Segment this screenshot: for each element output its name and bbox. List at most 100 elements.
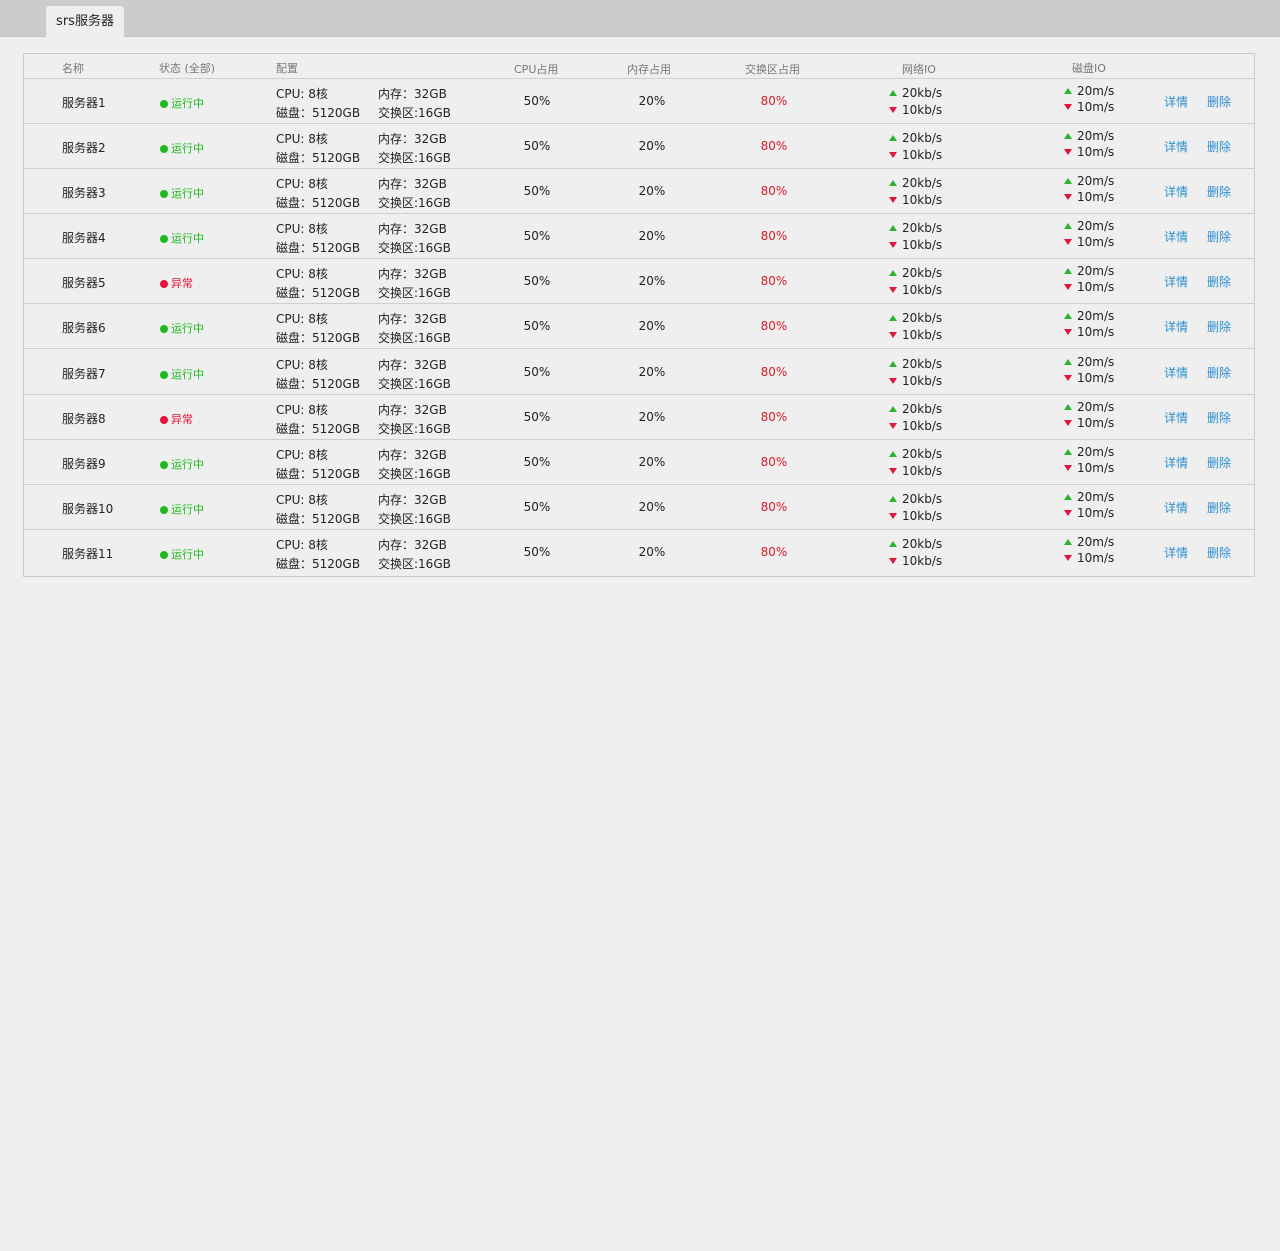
- arrow-up-icon: [889, 225, 897, 231]
- net-io-down: 10kb/s: [889, 148, 942, 162]
- net-io-up-value: 20kb/s: [902, 176, 943, 190]
- net-io-down-value: 10kb/s: [902, 374, 943, 388]
- arrow-down-icon: [889, 468, 897, 474]
- config-disk: 磁盘：5120GB: [276, 286, 361, 300]
- table-header: 名称 状态 (全部) 配置 CPU占用 内存占用 交换区占用 网络IO 磁盘IO: [24, 54, 1254, 79]
- disk-io-up: 20m/s: [1064, 84, 1114, 98]
- status-badge: 运行中: [160, 230, 204, 246]
- delete-link[interactable]: 删除: [1207, 499, 1231, 516]
- arrow-up-icon: [1064, 223, 1072, 229]
- disk-io-down-value: 10m/s: [1077, 461, 1115, 475]
- tab-srs-servers[interactable]: srs服务器: [46, 6, 124, 37]
- config-swap: 交换区:16GB: [378, 241, 451, 255]
- net-io-down: 10kb/s: [889, 464, 942, 478]
- net-io-down: 10kb/s: [889, 419, 942, 433]
- disk-io-up: 20m/s: [1064, 264, 1114, 278]
- config-cpu: CPU: 8核: [276, 132, 328, 146]
- net-io-up: 20kb/s: [889, 311, 942, 325]
- net-io-down: 10kb/s: [889, 374, 942, 388]
- status-label: 运行中: [171, 368, 204, 381]
- detail-link[interactable]: 详情: [1164, 454, 1188, 471]
- delete-link[interactable]: 删除: [1207, 409, 1231, 426]
- detail-link[interactable]: 详情: [1164, 228, 1188, 245]
- delete-link[interactable]: 删除: [1207, 273, 1231, 290]
- status-label: 运行中: [171, 503, 204, 516]
- server-name: 服务器11: [62, 547, 114, 561]
- config-swap: 交换区:16GB: [378, 106, 451, 120]
- disk-io-down-value: 10m/s: [1077, 190, 1115, 204]
- arrow-down-icon: [889, 513, 897, 519]
- swap-usage: 80%: [760, 410, 788, 424]
- table-row: 服务器8 异常 CPU: 8核 磁盘：5120GB 内存：32GB 交换区:16GB 50%…: [24, 395, 1254, 440]
- status-badge: 运行中: [160, 501, 204, 517]
- detail-link[interactable]: 详情: [1164, 93, 1188, 110]
- detail-link[interactable]: 详情: [1164, 499, 1188, 516]
- table-row: 服务器6 运行中 CPU: 8核 磁盘：5120GB 内存：32GB 交换区:16GB 50…: [24, 304, 1254, 349]
- status-badge: 异常: [160, 275, 193, 291]
- detail-link[interactable]: 详情: [1164, 544, 1188, 561]
- disk-io-up-value: 20m/s: [1077, 400, 1115, 414]
- arrow-down-icon: [1064, 465, 1072, 471]
- arrow-up-icon: [1064, 133, 1072, 139]
- disk-io-up: 20m/s: [1064, 535, 1114, 549]
- memory-usage: 20%: [638, 139, 666, 153]
- arrow-down-icon: [889, 423, 897, 429]
- server-name: 服务器5: [62, 276, 106, 290]
- status-badge: 运行中: [160, 546, 204, 562]
- net-io-down-value: 10kb/s: [902, 419, 943, 433]
- status-label: 运行中: [171, 232, 204, 245]
- cpu-usage: 50%: [523, 410, 551, 424]
- delete-link[interactable]: 删除: [1207, 544, 1231, 561]
- delete-link[interactable]: 删除: [1207, 454, 1231, 471]
- net-io-up: 20kb/s: [889, 537, 942, 551]
- delete-link[interactable]: 删除: [1207, 138, 1231, 155]
- detail-link[interactable]: 详情: [1164, 183, 1188, 200]
- col-header-status-filter[interactable]: 状态 (全部): [159, 60, 215, 76]
- arrow-down-icon: [889, 558, 897, 564]
- table-row: 服务器4 运行中 CPU: 8核 磁盘：5120GB 内存：32GB 交换区:16GB 50…: [24, 214, 1254, 259]
- config-disk: 磁盘：5120GB: [276, 196, 361, 210]
- detail-link[interactable]: 详情: [1164, 138, 1188, 155]
- arrow-up-icon: [889, 541, 897, 547]
- net-io-down: 10kb/s: [889, 509, 942, 523]
- delete-link[interactable]: 删除: [1207, 183, 1231, 200]
- status-badge: 运行中: [160, 140, 204, 156]
- cpu-usage: 50%: [523, 94, 551, 108]
- arrow-down-icon: [1064, 104, 1072, 110]
- status-label: 运行中: [171, 548, 204, 561]
- arrow-up-icon: [1064, 313, 1072, 319]
- delete-link[interactable]: 删除: [1207, 228, 1231, 245]
- status-badge: 运行中: [160, 185, 204, 201]
- arrow-down-icon: [889, 107, 897, 113]
- config-disk: 磁盘：5120GB: [276, 151, 361, 165]
- detail-link[interactable]: 详情: [1164, 318, 1188, 335]
- net-io-up-value: 20kb/s: [902, 221, 943, 235]
- net-io-up-value: 20kb/s: [902, 447, 943, 461]
- status-label: 运行中: [171, 458, 204, 471]
- delete-link[interactable]: 删除: [1207, 93, 1231, 110]
- detail-link[interactable]: 详情: [1164, 409, 1188, 426]
- memory-usage: 20%: [638, 319, 666, 333]
- net-io-down-value: 10kb/s: [902, 554, 943, 568]
- disk-io-up: 20m/s: [1064, 490, 1114, 504]
- detail-link[interactable]: 详情: [1164, 364, 1188, 381]
- config-cpu: CPU: 8核: [276, 87, 328, 101]
- disk-io-up-value: 20m/s: [1077, 309, 1115, 323]
- arrow-down-icon: [1064, 420, 1072, 426]
- disk-io-up: 20m/s: [1064, 309, 1114, 323]
- net-io-down-value: 10kb/s: [902, 464, 943, 478]
- delete-link[interactable]: 删除: [1207, 318, 1231, 335]
- detail-link[interactable]: 详情: [1164, 273, 1188, 290]
- disk-io-up-value: 20m/s: [1077, 355, 1115, 369]
- status-badge: 运行中: [160, 456, 204, 472]
- status-label: 运行中: [171, 187, 204, 200]
- config-cpu: CPU: 8核: [276, 177, 328, 191]
- disk-io-up: 20m/s: [1064, 174, 1114, 188]
- arrow-up-icon: [889, 451, 897, 457]
- disk-io-up: 20m/s: [1064, 129, 1114, 143]
- swap-usage: 80%: [760, 545, 788, 559]
- table-row: 服务器11 运行中 CPU: 8核 磁盘：5120GB 内存：32GB 交换区:16GB 5…: [24, 530, 1254, 576]
- delete-link[interactable]: 删除: [1207, 364, 1231, 381]
- table-row: 服务器10 运行中 CPU: 8核 磁盘：5120GB 内存：32GB 交换区:16GB 5…: [24, 485, 1254, 530]
- top-tab-bar: srs服务器: [0, 0, 1280, 37]
